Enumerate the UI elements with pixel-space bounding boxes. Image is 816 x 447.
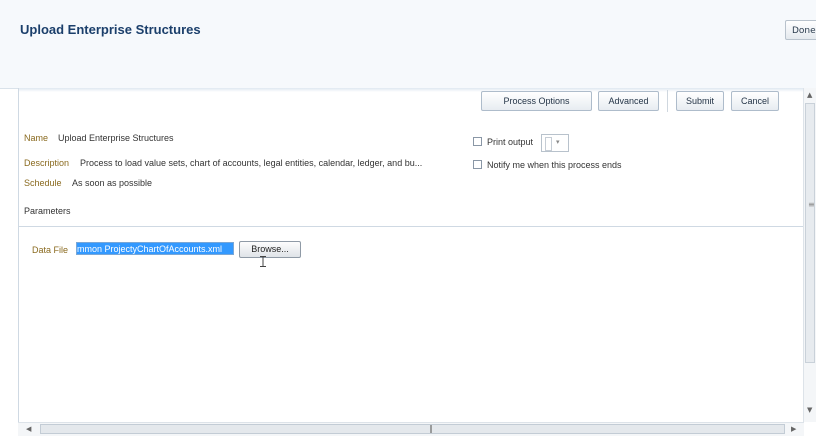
print-output-checkbox[interactable] [473, 137, 482, 146]
page-title: Upload Enterprise Structures [20, 22, 201, 37]
description-value: Process to load value sets, chart of acc… [80, 158, 423, 168]
advanced-button[interactable]: Advanced [598, 91, 659, 111]
scroll-up-icon[interactable]: ▲ [807, 91, 812, 99]
horizontal-scroll-thumb[interactable]: ‖ [40, 424, 785, 434]
vertical-scrollbar[interactable]: ▲ ≡ ▼ [803, 88, 816, 422]
name-value: Upload Enterprise Structures [58, 133, 174, 143]
scroll-down-icon[interactable]: ▼ [807, 406, 812, 414]
submit-button[interactable]: Submit [676, 91, 724, 111]
scroll-left-icon[interactable]: ◀ [26, 425, 31, 433]
print-output-label: Print output [487, 137, 534, 147]
parameters-divider [19, 226, 805, 227]
process-options-button[interactable]: Process Options [481, 91, 592, 111]
description-label: Description [24, 158, 70, 168]
chevron-down-icon: ▾ [556, 138, 560, 146]
schedule-value: As soon as possible [72, 178, 153, 188]
parameters-heading: Parameters [24, 206, 71, 216]
notify-checkbox[interactable] [473, 160, 482, 169]
page-header: Upload Enterprise Structures [0, 0, 816, 89]
schedule-label: Schedule [24, 178, 62, 188]
data-file-label: Data File [32, 245, 69, 255]
text-cursor-icon [260, 256, 266, 267]
toolbar-divider [667, 90, 668, 112]
scroll-right-icon[interactable]: ▶ [791, 425, 796, 433]
grip-icon: ‖ [429, 424, 433, 433]
cancel-button[interactable]: Cancel [731, 91, 779, 111]
data-file-input[interactable]: mmon ProjectyChartOfAccounts.xml [76, 242, 234, 255]
notify-label: Notify me when this process ends [487, 160, 622, 170]
name-label: Name [24, 133, 49, 143]
horizontal-scrollbar[interactable]: ◀ ‖ ▶ [18, 422, 804, 436]
vertical-scroll-thumb[interactable]: ≡ [805, 103, 815, 363]
select-value-box [545, 137, 552, 151]
grip-icon: ≡ [808, 200, 815, 209]
done-button[interactable]: Done [785, 20, 816, 40]
browse-button[interactable]: Browse... [239, 241, 301, 258]
print-output-select[interactable]: ▾ [541, 134, 569, 152]
